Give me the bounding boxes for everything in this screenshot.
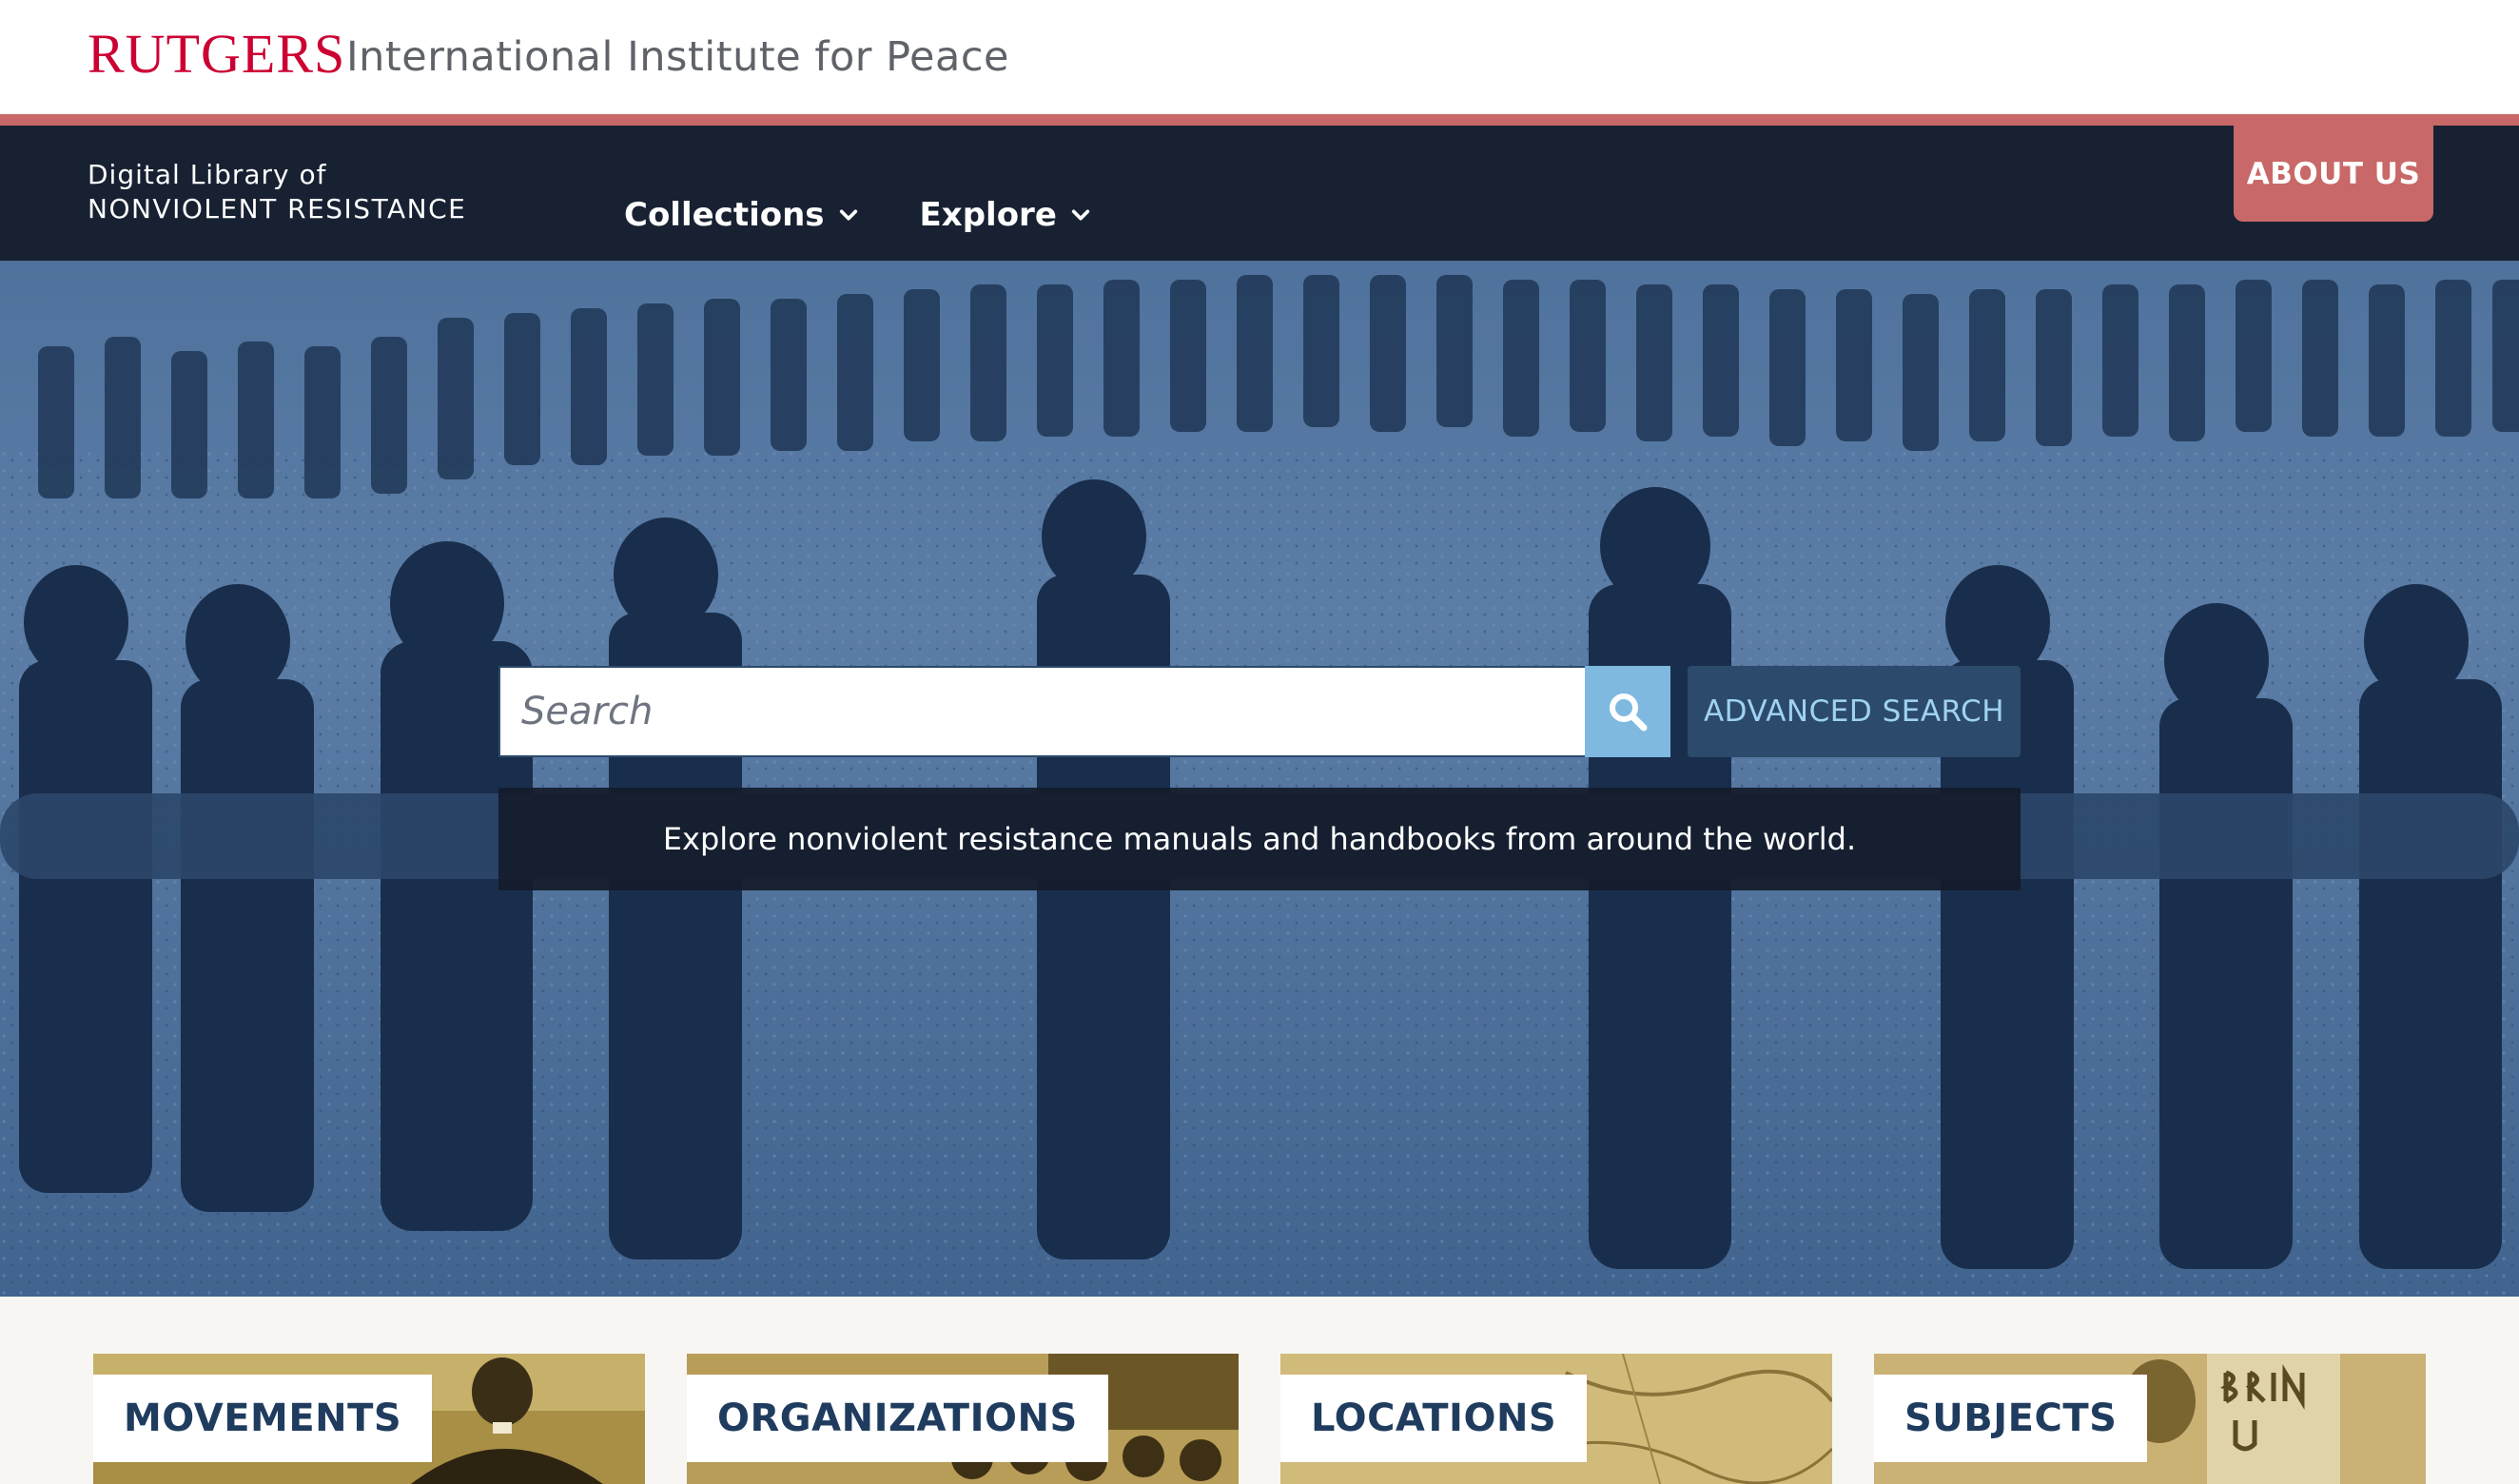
search-button[interactable] (1585, 666, 1670, 757)
category-band: MOVEMENTS ORGANIZATIONS LOCATIONS SUBJEC… (0, 1297, 2519, 1484)
category-label: LOCATIONS (1280, 1375, 1588, 1462)
hero-tagline: Explore nonviolent resistance manuals an… (498, 788, 2021, 890)
hero-section: ADVANCED SEARCH Explore nonviolent resis… (0, 261, 2519, 1297)
category-label: ORGANIZATIONS (687, 1375, 1108, 1462)
main-navbar: Digital Library of NONVIOLENT RESISTANCE… (0, 126, 2519, 261)
rutgers-logo[interactable]: RUTGERS (88, 21, 345, 88)
hero-tint-overlay (0, 261, 2519, 1297)
category-card-movements[interactable]: MOVEMENTS (93, 1354, 645, 1484)
about-us-button[interactable]: ABOUT US (2234, 126, 2433, 222)
nav-item-label: Collections (624, 196, 825, 234)
category-label: MOVEMENTS (93, 1375, 433, 1462)
chevron-down-icon (839, 209, 857, 221)
advanced-search-button[interactable]: ADVANCED SEARCH (1688, 666, 2021, 757)
nav-item-label: Explore (919, 196, 1057, 234)
nav-item-explore[interactable]: Explore (920, 194, 1091, 236)
brand-bar: RUTGERS International Institute for Peac… (0, 0, 2519, 114)
search-icon (1610, 693, 1648, 732)
category-label: SUBJECTS (1874, 1375, 2148, 1462)
accent-divider (0, 114, 2519, 126)
site-title-line1: Digital Library of (88, 159, 327, 190)
nav-menu: Collections Explore (624, 194, 1091, 236)
institute-name[interactable]: International Institute for Peace (346, 30, 1009, 84)
category-card-subjects[interactable]: SUBJECTS (1874, 1354, 2426, 1484)
chevron-down-icon (1071, 209, 1090, 221)
category-card-locations[interactable]: LOCATIONS (1280, 1354, 1832, 1484)
site-title[interactable]: Digital Library of NONVIOLENT RESISTANCE (88, 158, 466, 226)
nav-item-collections[interactable]: Collections (624, 194, 859, 236)
category-card-organizations[interactable]: ORGANIZATIONS (687, 1354, 1239, 1484)
search-input[interactable] (498, 666, 1585, 757)
site-title-line2: NONVIOLENT RESISTANCE (88, 193, 467, 225)
